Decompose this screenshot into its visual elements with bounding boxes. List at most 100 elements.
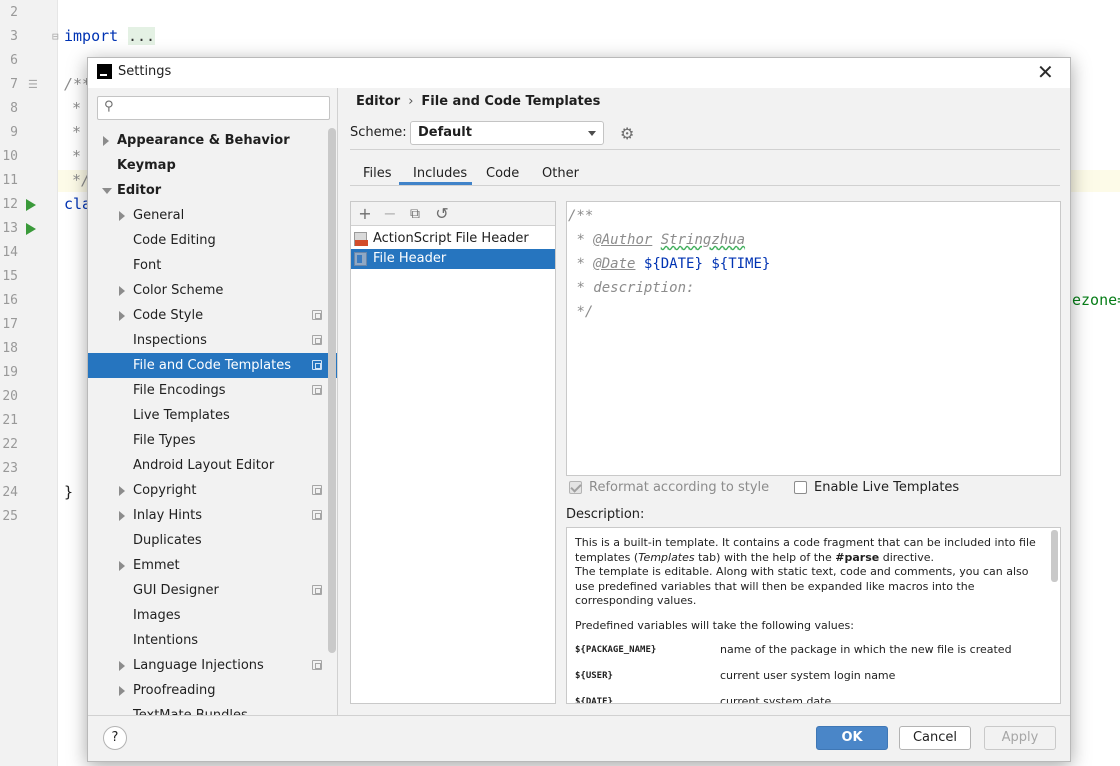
tree-scrollbar[interactable]: [328, 128, 336, 653]
tree-item-file-encodings[interactable]: File Encodings: [88, 378, 337, 403]
expand-arrow-icon[interactable]: [119, 561, 125, 571]
tree-item-appearance-behavior[interactable]: Appearance & Behavior: [88, 128, 337, 153]
import-keyword: import: [64, 27, 119, 45]
ok-button[interactable]: OK: [816, 726, 888, 750]
line-number: 20: [2, 389, 18, 404]
tree-item-inspections[interactable]: Inspections: [88, 328, 337, 353]
expand-arrow-icon[interactable]: [119, 211, 125, 221]
tree-item-textmate-bundles[interactable]: TextMate Bundles: [88, 703, 337, 715]
author-value: Stringzhua: [660, 232, 746, 248]
tree-item-general[interactable]: General: [88, 203, 337, 228]
remove-icon[interactable]: −: [380, 204, 400, 224]
tree-item-intentions[interactable]: Intentions: [88, 628, 337, 653]
copy-icon[interactable]: ⧉: [405, 204, 425, 224]
title-bar[interactable]: Settings ✕: [88, 58, 1070, 88]
list-item-actionscript-file-header[interactable]: ActionScript File Header: [351, 229, 555, 249]
line-number: 9: [10, 125, 18, 140]
run-class-icon[interactable]: [26, 199, 36, 211]
cancel-button[interactable]: Cancel: [899, 726, 971, 750]
import-fold[interactable]: ...: [128, 27, 156, 45]
tree-item-file-types[interactable]: File Types: [88, 428, 337, 453]
breadcrumb-parent[interactable]: Editor: [356, 94, 400, 109]
tree-item-label: Images: [133, 608, 181, 623]
tree-item-label: Keymap: [117, 158, 176, 173]
line-number: 11: [2, 173, 18, 188]
expand-arrow-icon[interactable]: [119, 686, 125, 696]
tab-other[interactable]: Other: [542, 166, 579, 181]
list-item-label: File Header: [373, 251, 447, 266]
live-templates-checkbox[interactable]: [794, 481, 807, 494]
expand-arrow-icon[interactable]: [119, 511, 125, 521]
tree-item-label: Inlay Hints: [133, 508, 202, 523]
gear-icon[interactable]: ⚙: [620, 124, 634, 143]
tree-item-inlay-hints[interactable]: Inlay Hints: [88, 503, 337, 528]
close-icon[interactable]: ✕: [1037, 60, 1054, 84]
line-number: 15: [2, 269, 18, 284]
closing-brace: }: [64, 483, 74, 501]
settings-dialog: Settings ✕ ⚲ Appearance & Behavior Keyma…: [87, 57, 1071, 762]
tree-item-editor[interactable]: Editor: [88, 178, 337, 203]
variable-row: ${PACKAGE_NAME} name of the package in w…: [575, 643, 1040, 669]
tree-item-language-injections[interactable]: Language Injections: [88, 653, 337, 678]
tree-item-proofreading[interactable]: Proofreading: [88, 678, 337, 703]
help-button[interactable]: ?: [103, 726, 127, 750]
tree-item-duplicates[interactable]: Duplicates: [88, 528, 337, 553]
tab-files[interactable]: Files: [363, 166, 392, 181]
variable-description: name of the package in which the new fil…: [720, 643, 1012, 656]
description-scrollbar[interactable]: [1051, 530, 1058, 582]
tree-item-emmet[interactable]: Emmet: [88, 553, 337, 578]
tree-item-label: Code Style: [133, 308, 204, 323]
tree-item-label: Proofreading: [133, 683, 216, 698]
template-code-editor[interactable]: /** * @Author Stringzhua * @Date ${DATE}…: [566, 201, 1061, 476]
list-item-file-header[interactable]: File Header: [351, 249, 555, 269]
expand-arrow-icon[interactable]: [119, 311, 125, 321]
expand-arrow-icon[interactable]: [119, 286, 125, 296]
tree-item-code-editing[interactable]: Code Editing: [88, 228, 337, 253]
tree-item-copyright[interactable]: Copyright: [88, 478, 337, 503]
search-input[interactable]: [120, 99, 320, 117]
editor-gutter: 2 3 6 7 8 9 10 11 12 13 14 15 16 17 18 1…: [0, 0, 59, 766]
line-number: 8: [10, 101, 18, 116]
collapse-arrow-icon[interactable]: [102, 188, 112, 194]
project-scope-icon: [312, 510, 322, 520]
tree-item-color-scheme[interactable]: Color Scheme: [88, 278, 337, 303]
tree-item-live-templates[interactable]: Live Templates: [88, 403, 337, 428]
line-number: 16: [2, 293, 18, 308]
tree-item-label: Language Injections: [133, 658, 264, 673]
tree-item-code-style[interactable]: Code Style: [88, 303, 337, 328]
fold-icon[interactable]: ⊟: [52, 30, 59, 43]
divider: [350, 149, 1060, 150]
scheme-dropdown[interactable]: Default: [410, 121, 604, 145]
variable-description: current system date: [720, 695, 832, 704]
javadoc-tag: @Author: [593, 232, 653, 248]
code-text: *: [576, 232, 594, 248]
run-method-icon[interactable]: [26, 223, 36, 235]
reset-icon[interactable]: ↺: [432, 204, 452, 224]
expand-arrow-icon[interactable]: [119, 661, 125, 671]
settings-tree-panel: ⚲ Appearance & Behavior Keymap Editor Ge…: [88, 88, 338, 715]
project-scope-icon: [312, 585, 322, 595]
scheme-value: Default: [418, 125, 472, 140]
apply-button[interactable]: Apply: [984, 726, 1056, 750]
tree-item-keymap[interactable]: Keymap: [88, 153, 337, 178]
tree-item-images[interactable]: Images: [88, 603, 337, 628]
settings-search-box[interactable]: ⚲: [97, 96, 330, 120]
doc-toggle-icon[interactable]: ☰: [28, 78, 38, 91]
tree-item-font[interactable]: Font: [88, 253, 337, 278]
project-scope-icon: [312, 335, 322, 345]
chevron-down-icon: [588, 131, 596, 136]
description-text-part: tab) with the help of the: [694, 550, 836, 564]
tab-includes[interactable]: Includes: [413, 166, 467, 181]
code-line: * @Date ${DATE} ${TIME}: [567, 252, 1060, 276]
tab-code[interactable]: Code: [486, 166, 519, 181]
expand-arrow-icon[interactable]: [119, 486, 125, 496]
tree-item-gui-designer[interactable]: GUI Designer: [88, 578, 337, 603]
line-number: 23: [2, 461, 18, 476]
reformat-checkbox[interactable]: [569, 481, 582, 494]
expand-arrow-icon[interactable]: [103, 136, 109, 146]
tree-item-file-and-code-templates[interactable]: File and Code Templates: [88, 353, 337, 378]
tree-item-android-layout-editor[interactable]: Android Layout Editor: [88, 453, 337, 478]
code-line: * description:: [567, 276, 1060, 300]
variable-name: ${DATE}: [575, 697, 613, 704]
add-icon[interactable]: +: [355, 204, 375, 224]
